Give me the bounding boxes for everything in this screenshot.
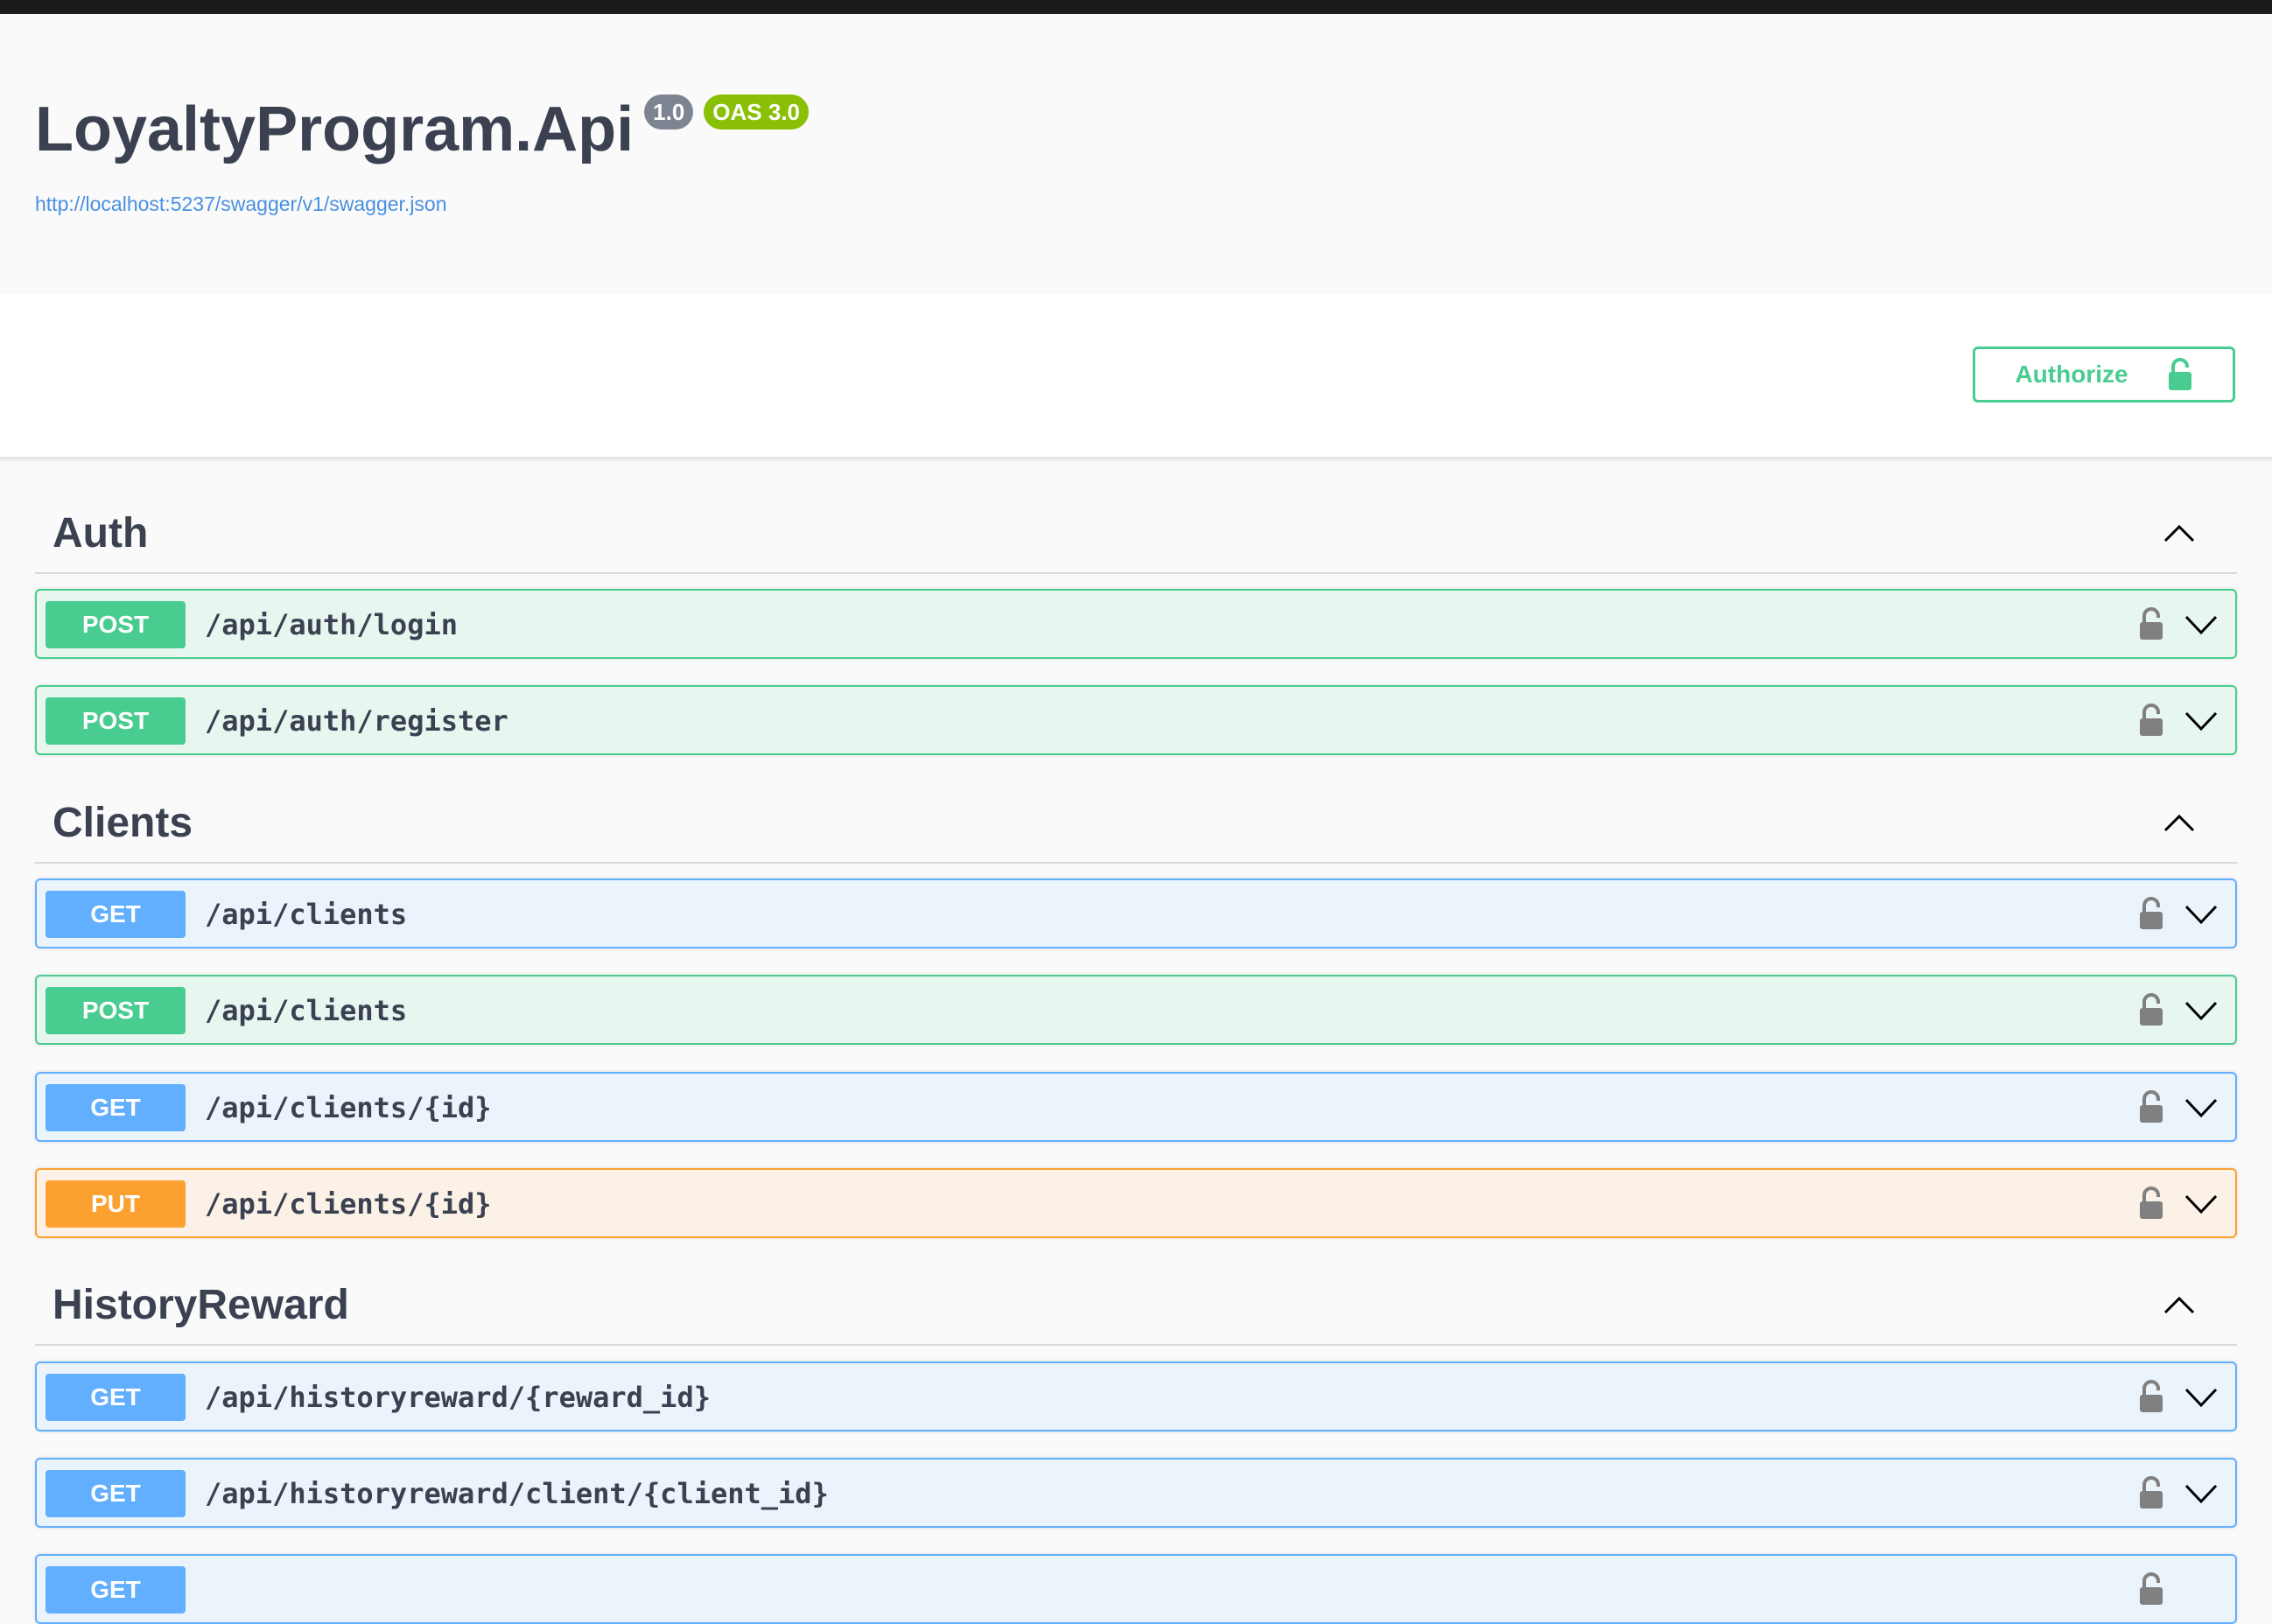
unlocked-lock-icon <box>2168 358 2191 390</box>
lock-icon[interactable] <box>2137 703 2165 738</box>
operation-row[interactable]: GET /api/historyreward/{reward_id} <box>35 1362 2237 1432</box>
lock-icon[interactable] <box>2137 1572 2165 1606</box>
tag-section-historyreward[interactable]: HistoryReward <box>35 1267 2237 1346</box>
chevron-down-icon[interactable] <box>2184 903 2218 926</box>
scheme-container: Authorize <box>0 294 2272 458</box>
method-badge: GET <box>46 891 186 938</box>
operation-path: /api/historyreward/{reward_id} <box>205 1381 711 1414</box>
operation-row[interactable]: GET /api/clients/{id} <box>35 1072 2237 1142</box>
operation-path: /api/auth/register <box>205 704 508 738</box>
operation-row[interactable]: POST /api/auth/register <box>35 685 2237 755</box>
operation-row[interactable]: GET /api/clients <box>35 878 2237 948</box>
chevron-up-icon[interactable] <box>2163 522 2195 542</box>
operation-row[interactable]: GET /api/historyreward/client/{client_id… <box>35 1458 2237 1528</box>
chevron-up-icon[interactable] <box>2163 1293 2195 1314</box>
lock-icon[interactable] <box>2137 606 2165 641</box>
method-badge: GET <box>46 1084 186 1131</box>
chevron-down-icon[interactable] <box>2184 1096 2218 1119</box>
spec-url-link[interactable]: http://localhost:5237/swagger/v1/swagger… <box>35 192 447 216</box>
lock-icon[interactable] <box>2137 896 2165 931</box>
api-info-section: LoyaltyProgram.Api 1.0 OAS 3.0 http://lo… <box>0 14 2272 294</box>
chevron-down-icon[interactable] <box>2184 1193 2218 1215</box>
tag-title: Clients <box>53 800 193 846</box>
method-badge: POST <box>46 987 186 1034</box>
lock-icon[interactable] <box>2137 1186 2165 1221</box>
chevron-down-icon[interactable] <box>2184 710 2218 732</box>
authorize-label: Authorize <box>2015 360 2128 388</box>
operation-path: /api/auth/login <box>205 608 458 641</box>
method-badge: PUT <box>46 1180 186 1228</box>
method-badge: POST <box>46 697 186 745</box>
chevron-down-icon[interactable] <box>2184 999 2218 1022</box>
operation-row[interactable]: POST /api/auth/login <box>35 589 2237 659</box>
operation-path: /api/clients <box>205 994 408 1027</box>
lock-icon[interactable] <box>2137 1379 2165 1414</box>
lock-icon[interactable] <box>2137 1475 2165 1510</box>
tag-title: HistoryReward <box>53 1282 349 1328</box>
authorize-button[interactable]: Authorize <box>1973 346 2235 402</box>
chevron-down-icon[interactable] <box>2184 1386 2218 1409</box>
tag-section-auth[interactable]: Auth <box>35 495 2237 574</box>
tag-section-clients[interactable]: Clients <box>35 785 2237 864</box>
lock-icon[interactable] <box>2137 992 2165 1027</box>
operation-row[interactable]: POST /api/clients <box>35 975 2237 1045</box>
tag-title: Auth <box>53 510 149 556</box>
chevron-down-icon[interactable] <box>2184 1482 2218 1505</box>
chevron-down-icon[interactable] <box>2184 613 2218 636</box>
method-badge: GET <box>46 1374 186 1421</box>
chevron-up-icon[interactable] <box>2163 811 2195 832</box>
method-badge: GET <box>46 1470 186 1517</box>
operation-row[interactable]: PUT /api/clients/{id} <box>35 1168 2237 1238</box>
version-badge: 1.0 <box>644 94 694 130</box>
lock-icon[interactable] <box>2137 1089 2165 1124</box>
operation-path: /api/clients/{id} <box>205 1187 492 1221</box>
top-bar <box>0 0 2272 14</box>
api-title: LoyaltyProgram.Api <box>35 94 635 164</box>
method-badge: GET <box>46 1566 186 1614</box>
operation-path: /api/historyreward/client/{client_id} <box>205 1477 829 1510</box>
oas-badge: OAS 3.0 <box>704 94 810 130</box>
title-row: LoyaltyProgram.Api 1.0 OAS 3.0 <box>35 94 810 164</box>
operation-row[interactable]: GET <box>35 1554 2237 1624</box>
operation-path: /api/clients/{id} <box>205 1091 492 1124</box>
operation-path: /api/clients <box>205 898 408 931</box>
method-badge: POST <box>46 601 186 648</box>
